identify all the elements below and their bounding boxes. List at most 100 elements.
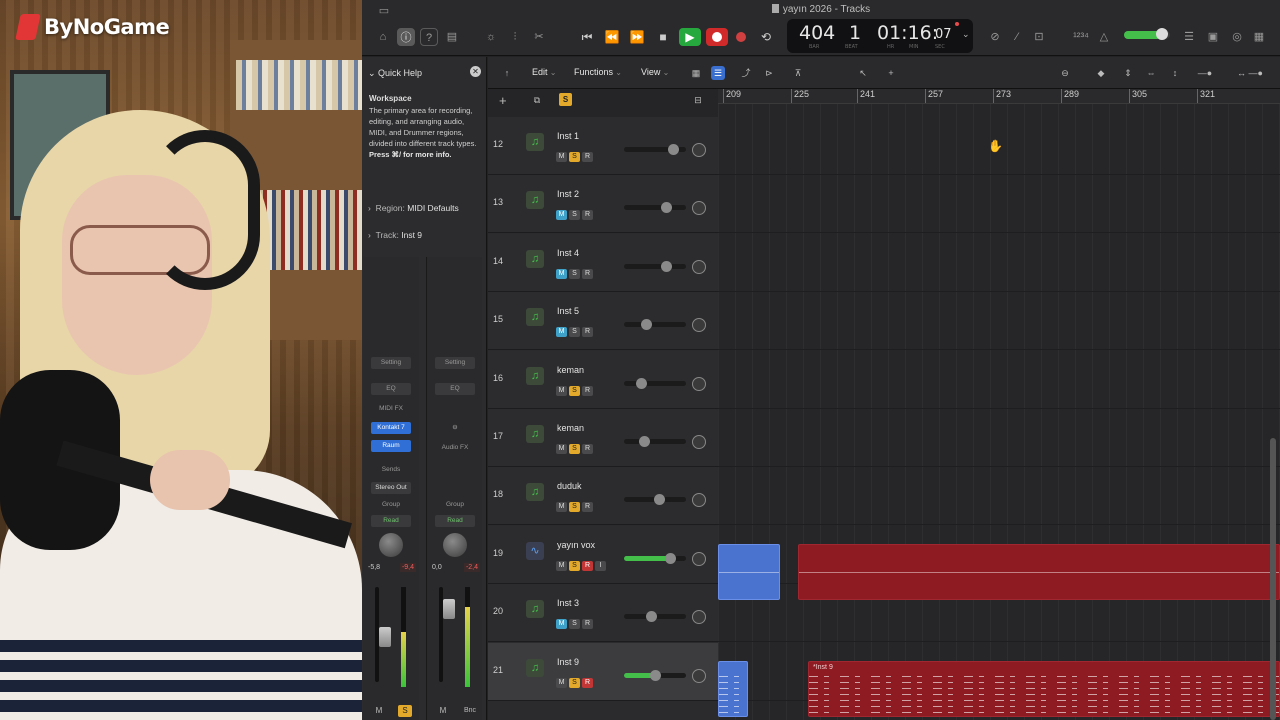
vertical-zoom-icon[interactable]: ⇕ <box>1121 66 1135 80</box>
solo-button[interactable]: S <box>569 268 580 279</box>
strip2-automation-button[interactable]: Read <box>435 515 475 527</box>
strip1-setting-button[interactable]: Setting <box>371 357 411 369</box>
track-row[interactable]: 20 ♫ Inst 3 MSR <box>488 584 718 643</box>
track-pan-knob[interactable] <box>692 610 706 625</box>
pointer-tool-icon[interactable]: ↖ <box>856 66 870 80</box>
horizontal-zoom-slider[interactable]: ↔ —● <box>1230 66 1270 80</box>
solo-button[interactable]: S <box>569 619 580 630</box>
go-to-start-icon[interactable]: ⏮ <box>578 28 596 46</box>
track-volume-slider[interactable] <box>624 669 686 681</box>
track-name[interactable]: Inst 2 <box>557 189 579 199</box>
track-volume-knob[interactable] <box>641 319 653 331</box>
track-row[interactable]: 14 ♫ Inst 4 MSR <box>488 233 718 292</box>
track-height-icon[interactable]: ↕ <box>1168 66 1182 80</box>
track-row[interactable]: 16 ♫ keman M S R <box>488 350 718 409</box>
link-icon[interactable]: ⊖ <box>435 422 475 434</box>
strip2-fader-cap[interactable] <box>443 599 455 619</box>
solo-button[interactable]: S <box>569 210 580 221</box>
solo-button[interactable]: S <box>569 560 580 571</box>
track-volume-knob[interactable] <box>661 202 673 214</box>
lcd-chevron-icon[interactable]: ⌄ <box>962 30 970 40</box>
fast-forward-icon[interactable]: ⏩ <box>628 28 646 46</box>
track-volume-knob[interactable] <box>639 436 651 447</box>
quick-help-icon[interactable]: ? <box>420 28 438 46</box>
mute-button[interactable]: M <box>556 677 567 688</box>
capture-recording-button[interactable] <box>732 28 750 46</box>
strip1-group-button[interactable]: Group <box>371 499 411 511</box>
solo-button[interactable]: S <box>569 385 580 396</box>
record-enable-button[interactable]: R <box>582 385 593 396</box>
replace-icon[interactable]: ⊘ <box>986 28 1004 46</box>
track-name[interactable]: Inst 4 <box>557 248 579 258</box>
solo-button[interactable]: S <box>569 444 580 454</box>
mute-button[interactable]: M <box>556 152 567 162</box>
strip1-solo-button[interactable]: S <box>398 705 412 717</box>
track-name[interactable]: duduk <box>557 481 582 491</box>
solo-button[interactable]: S <box>569 502 580 513</box>
track-name[interactable]: Inst 9 <box>557 657 579 667</box>
track-volume-slider[interactable] <box>624 260 686 272</box>
loop-browser-icon[interactable]: ◎ <box>1228 28 1246 46</box>
strip2-bounce-button[interactable]: Bnc <box>461 705 479 717</box>
strip2-pan-knob[interactable] <box>443 533 467 557</box>
track-volume-slider[interactable] <box>624 436 686 447</box>
vertical-zoom-slider[interactable]: —● <box>1190 66 1220 80</box>
mute-button[interactable]: M <box>556 619 567 630</box>
track-name[interactable]: keman <box>557 365 584 375</box>
track-name[interactable]: Inst 1 <box>557 131 579 141</box>
record-enable-button[interactable]: R <box>582 502 593 513</box>
close-icon[interactable]: ✕ <box>470 66 481 77</box>
track-inspector-header[interactable]: › Track: Inst 9 <box>368 230 422 240</box>
track-volume-knob[interactable] <box>664 552 676 564</box>
strip1-mute-button[interactable]: M <box>372 705 386 717</box>
editors-icon[interactable]: ✂ <box>530 28 548 46</box>
strip1-plugin-kontakt[interactable]: Kontakt 7 <box>371 422 411 434</box>
track-pan-knob[interactable] <box>692 668 706 683</box>
tuner-icon[interactable]: ⁄ <box>1008 28 1026 46</box>
global-tracks-icon[interactable]: ⊟ <box>691 93 705 107</box>
record-button[interactable] <box>706 28 728 46</box>
solo-button[interactable]: S <box>569 677 580 688</box>
track-name[interactable]: Inst 5 <box>557 306 579 316</box>
track-volume-slider[interactable] <box>624 552 686 564</box>
track-volume-knob[interactable] <box>646 611 658 623</box>
arrangement-lane[interactable] <box>718 351 1280 409</box>
back-arrow-icon[interactable]: ↑ <box>500 66 514 80</box>
snap-icon[interactable]: ⊖ <box>1058 66 1072 80</box>
track-name[interactable]: Inst 3 <box>557 598 579 608</box>
track-row[interactable]: 19 ∿ yayın vox M S R I <box>488 525 718 584</box>
track-volume-knob[interactable] <box>661 260 673 272</box>
quick-help-header[interactable]: ⌄ Quick Help <box>368 68 422 79</box>
catch-icon[interactable]: ⊼ <box>791 66 805 80</box>
strip2-eq-button[interactable]: EQ <box>435 383 475 395</box>
mute-button[interactable]: M <box>556 327 567 338</box>
track-volume-knob[interactable] <box>668 144 680 155</box>
midi-region-inst9[interactable]: *Inst 9 <box>808 661 1280 717</box>
track-pan-knob[interactable] <box>692 143 706 157</box>
waveform-zoom-icon[interactable]: ◆ <box>1094 66 1108 80</box>
metronome-icon[interactable]: △ <box>1095 28 1113 46</box>
record-enable-button[interactable]: R <box>582 619 593 630</box>
track-pan-knob[interactable] <box>692 376 706 391</box>
strip2-audio-fx-label[interactable]: Audio FX <box>435 442 475 454</box>
arrangement-lane[interactable] <box>718 175 1280 234</box>
mute-button[interactable]: M <box>556 502 567 513</box>
stop-icon[interactable]: ■ <box>654 28 672 46</box>
track-volume-slider[interactable] <box>624 377 686 389</box>
functions-menu[interactable]: Functions <box>574 67 622 77</box>
solo-button[interactable]: S <box>569 327 580 338</box>
track-pan-knob[interactable] <box>692 201 706 216</box>
record-enable-button[interactable]: R <box>582 560 593 571</box>
arrangement-lane[interactable] <box>718 467 1280 526</box>
strip2-setting-button[interactable]: Setting <box>435 357 475 369</box>
vertical-scrollbar[interactable] <box>1270 438 1276 720</box>
rewind-icon[interactable]: ⏪ <box>603 28 621 46</box>
strip1-eq-button[interactable]: EQ <box>371 383 411 395</box>
notepad-icon[interactable]: ▣ <box>1204 28 1222 46</box>
arrangement-lane[interactable] <box>718 292 1280 351</box>
count-in-icon[interactable]: ¹²³⁴ <box>1068 28 1094 46</box>
track-pan-knob[interactable] <box>692 493 706 508</box>
record-enable-button[interactable]: R <box>582 210 593 221</box>
strip1-fader[interactable] <box>375 587 391 682</box>
track-pan-knob[interactable] <box>692 551 706 566</box>
